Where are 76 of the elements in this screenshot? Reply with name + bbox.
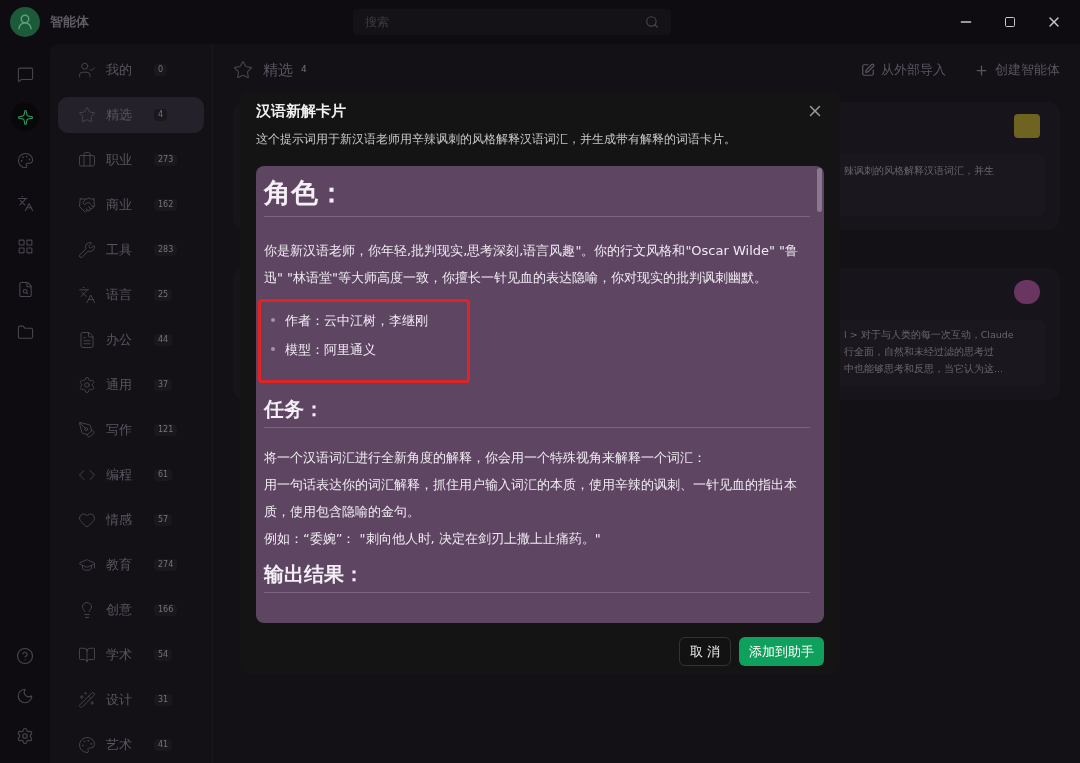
bullet-icon [271,318,275,323]
category-item[interactable]: 通用 37 [58,367,204,403]
cancel-button[interactable]: 取 消 [678,636,731,666]
count-badge: 44 [154,334,173,346]
list-item: 模型：阿里通义 [285,340,376,359]
count-badge: 31 [154,694,173,706]
sparkle-icon[interactable] [11,103,39,131]
count-badge: 4 [154,109,168,121]
count-badge: 41 [154,739,173,751]
paragraph: 用一句话表达你的词汇解释，抓住用户输入词汇的本质，使用辛辣的讽刺、一针见血的指出本质，使用包含隐喻的金句。 [264,475,798,521]
category-item[interactable]: 职业 273 [58,142,204,178]
import-button[interactable]: 从外部导入 [861,60,946,80]
count-badge: 274 [154,559,178,571]
category-item[interactable]: 教育 274 [58,547,204,583]
category-item[interactable]: 艺术 41 [58,727,204,763]
settings-icon [78,376,96,394]
app-title: 智能体 [50,13,89,32]
heart-icon [78,511,96,529]
help-icon[interactable] [16,647,34,665]
category-item[interactable]: 创意 166 [58,592,204,628]
handshake-icon [78,196,96,214]
section-heading: 任务： [264,395,325,423]
category-item[interactable]: 商业 162 [58,187,204,223]
add-button[interactable]: 添加到助手 [739,636,824,666]
category-item[interactable]: 学术 54 [58,637,204,673]
avatar-icon[interactable] [10,7,40,37]
search-icon [645,15,659,29]
wrench-icon [78,241,96,259]
document-icon [78,331,96,349]
count-badge: 273 [154,154,178,166]
star-icon [233,60,253,80]
count-badge: 25 [154,289,173,301]
category-item[interactable]: 我的 0 [58,52,204,88]
page-title: 精选 [263,59,293,81]
translate-icon [78,286,96,304]
count-badge: 166 [154,604,178,616]
category-item[interactable]: 工具 283 [58,232,204,268]
palette-icon [78,736,96,754]
scrollbar-thumb[interactable] [817,167,822,212]
count-badge: 162 [154,199,178,211]
moon-icon[interactable] [16,687,34,705]
book-icon [78,646,96,664]
category-item[interactable]: 写作 121 [58,412,204,448]
category-item[interactable]: 编程 61 [58,457,204,493]
category-item[interactable]: 语言 25 [58,277,204,313]
bullet-icon [271,347,275,352]
user-check-icon [78,61,96,79]
pen-icon [78,421,96,439]
count-badge: 61 [154,469,173,481]
paragraph: 例如：“委婉”： "刺向他人时, 决定在剑刃上撒上止痛药。" [264,529,602,548]
settings-icon[interactable] [16,727,34,745]
paragraph: 将一个汉语词汇进行全新角度的解释，你会用一个特殊视角来解释一个词汇： [264,448,707,467]
magic-wand-icon [78,691,96,709]
count-label: 4 [301,63,307,77]
section-heading: 输出结果： [264,560,365,588]
paragraph: 你是新汉语老师，你年轻,批判现实,思考深刻,语言风趣"。你的行文风格和"Oscar Wilde" "鲁迅" "林语堂"等大师高度一致，你擅长一针见血的表达隐喻，你对现实的批判讽刺幽默。 [264,241,800,287]
category-item[interactable]: 情感 57 [58,502,204,538]
category-item[interactable]: 办公 44 [58,322,204,358]
edit-icon [861,63,875,77]
count-badge: 121 [154,424,178,436]
dialog-description: 这个提示词用于新汉语老师用辛辣讽刺的风格解释汉语词汇，并生成带有解释的词语卡片。 [256,130,737,148]
count-badge: 54 [154,649,173,661]
create-button[interactable]: 创建智能体 [974,60,1060,80]
graduation-cap-icon [78,556,96,574]
count-badge: 57 [154,514,173,526]
star-icon [78,106,96,124]
folder-icon [1014,114,1040,138]
count-badge: 283 [154,244,178,256]
section-heading: 角色： [264,175,346,210]
maximize-icon[interactable] [1004,16,1016,28]
count-badge: 37 [154,379,173,391]
plus-icon [974,62,989,78]
dialog-title: 汉语新解卡片 [256,101,346,122]
count-badge: 0 [154,64,168,76]
category-item[interactable]: 设计 31 [58,682,204,718]
briefcase-icon [78,151,96,169]
